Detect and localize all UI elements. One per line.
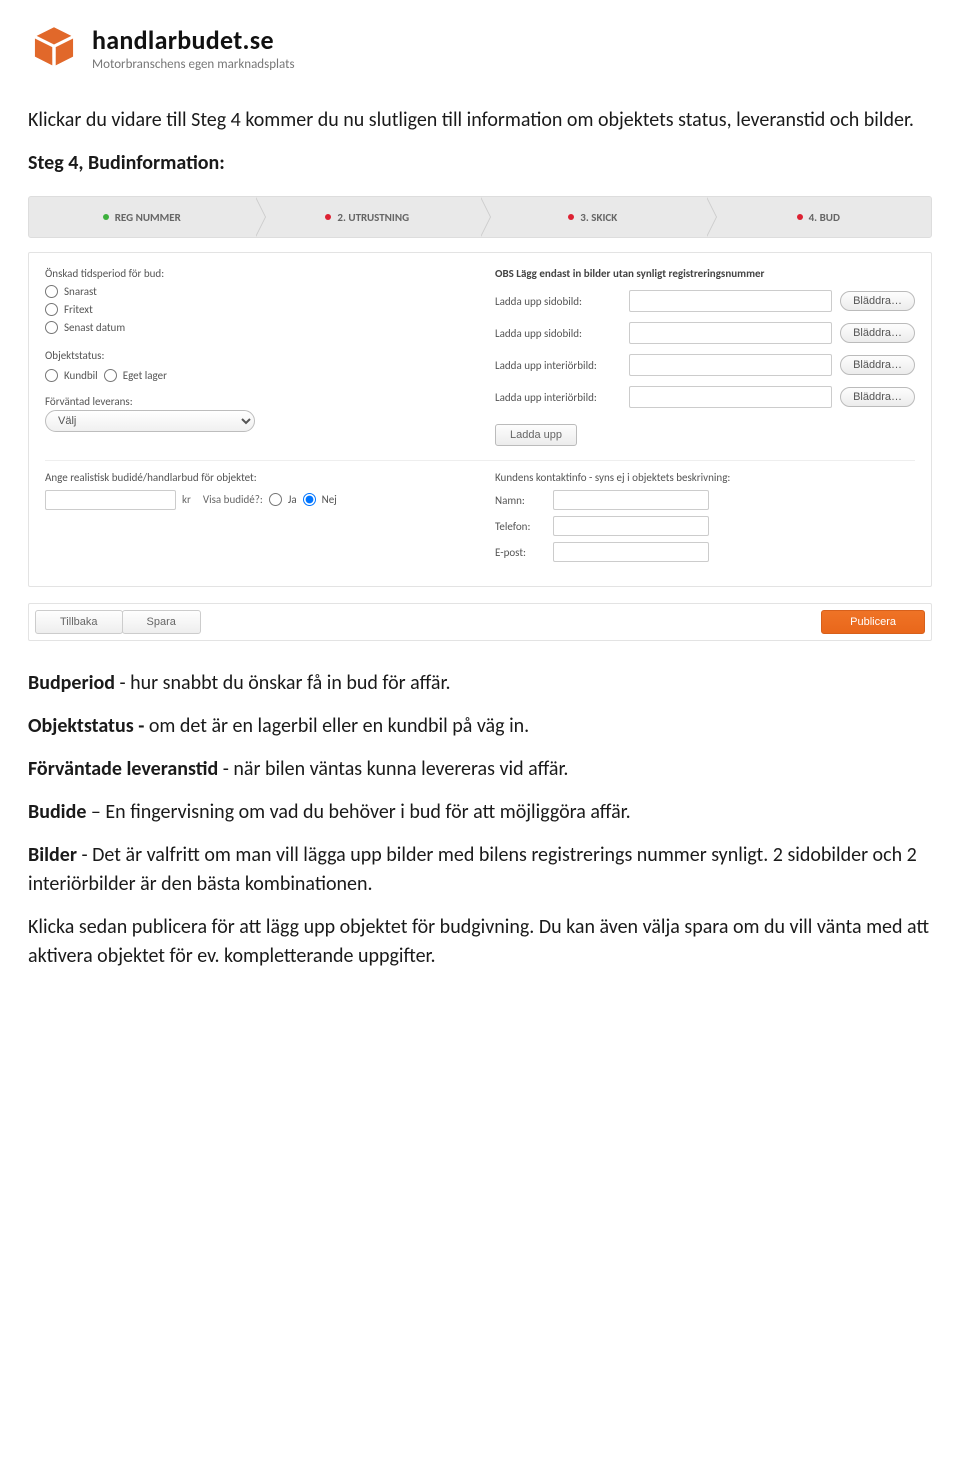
upload-button[interactable]: Ladda upp xyxy=(495,424,577,446)
form-footer: Tillbaka Spara Publicera xyxy=(28,603,932,641)
contact-phone-label: Telefon: xyxy=(495,520,545,533)
browse-button[interactable]: Bläddra… xyxy=(840,387,915,407)
radio-snarast[interactable]: Snarast xyxy=(45,285,465,298)
dot-icon xyxy=(325,214,331,220)
radio-eget-lager[interactable]: Eget lager xyxy=(104,369,167,382)
upload-interior-input-2[interactable] xyxy=(629,386,832,408)
browse-button[interactable]: Bläddra… xyxy=(840,291,915,311)
explain-line-1: Budperiod - hur snabbt du önskar få in b… xyxy=(28,669,932,698)
upload-side-label-2: Ladda upp sidobild: xyxy=(495,327,621,340)
step-utrustning[interactable]: 2. UTRUSTNING xyxy=(255,197,481,237)
form-screenshot: REG NUMMER 2. UTRUSTNING 3. SKICK 4. BUD… xyxy=(28,196,932,641)
explain-line-3: Förväntade leveranstid - när bilen vänta… xyxy=(28,755,932,784)
period-label: Önskad tidsperiod för bud: xyxy=(45,267,465,280)
radio-senast[interactable]: Senast datum xyxy=(45,321,465,334)
radio-fritext[interactable]: Fritext xyxy=(45,303,465,316)
expected-delivery-select[interactable]: Välj xyxy=(45,410,255,432)
browse-button[interactable]: Bläddra… xyxy=(840,323,915,343)
bidide-input[interactable] xyxy=(45,490,176,510)
contact-header: Kundens kontaktinfo - syns ej i objektet… xyxy=(495,471,915,484)
dot-icon xyxy=(797,214,803,220)
dot-icon xyxy=(568,214,574,220)
radio-show-yes[interactable]: Ja xyxy=(269,493,297,506)
explain-line-4: Budide – En fingervisning om vad du behö… xyxy=(28,798,932,827)
upload-side-input-2[interactable] xyxy=(629,322,832,344)
explain-line-6: Klicka sedan publicera för att lägg upp … xyxy=(28,913,932,971)
logo-icon xyxy=(28,22,80,74)
brand-title: handlarbudet.se xyxy=(92,24,295,56)
status-label: Objektstatus: xyxy=(45,349,465,362)
upload-side-input-1[interactable] xyxy=(629,290,832,312)
save-button[interactable]: Spara xyxy=(122,610,201,634)
intro-heading: Steg 4, Budinformation: xyxy=(28,151,225,175)
upload-interior-label: Ladda upp interiörbild: xyxy=(495,359,621,372)
site-header: handlarbudet.se Motorbranschens egen mar… xyxy=(28,16,932,92)
radio-kundbil[interactable]: Kundbil xyxy=(45,369,98,382)
upload-interior-label-2: Ladda upp interiörbild: xyxy=(495,391,621,404)
explain-line-5: Bilder - Det är valfritt om man vill läg… xyxy=(28,841,932,899)
step-bud[interactable]: 4. BUD xyxy=(706,197,932,237)
contact-email-input[interactable] xyxy=(553,542,709,562)
radio-show-no[interactable]: Nej xyxy=(303,493,337,506)
contact-name-label: Namn: xyxy=(495,494,545,507)
browse-button[interactable]: Bläddra… xyxy=(840,355,915,375)
intro-paragraph: Klickar du vidare till Steg 4 kommer du … xyxy=(28,106,932,135)
step-regnummer[interactable]: REG NUMMER xyxy=(29,197,255,237)
show-bidide-label: Visa budidé?: xyxy=(203,493,263,506)
explain-line-2: Objektstatus - om det är en lagerbil ell… xyxy=(28,712,932,741)
brand-subtitle: Motorbranschens egen marknadsplats xyxy=(92,57,295,72)
dot-icon xyxy=(103,214,109,220)
step-skick[interactable]: 3. SKICK xyxy=(480,197,706,237)
expected-label: Förväntad leverans: xyxy=(45,395,465,408)
upload-interior-input-1[interactable] xyxy=(629,354,832,376)
upload-notice: OBS Lägg endast in bilder utan synligt r… xyxy=(495,267,915,280)
kr-label: kr xyxy=(182,493,191,506)
contact-email-label: E-post: xyxy=(495,546,545,559)
bidide-label: Ange realistisk budidé/handlarbud för ob… xyxy=(45,471,465,484)
back-button[interactable]: Tillbaka xyxy=(35,610,123,634)
form-stepper: REG NUMMER 2. UTRUSTNING 3. SKICK 4. BUD xyxy=(28,196,932,238)
publish-button[interactable]: Publicera xyxy=(821,610,925,634)
contact-name-input[interactable] xyxy=(553,490,709,510)
upload-side-label: Ladda upp sidobild: xyxy=(495,295,621,308)
contact-phone-input[interactable] xyxy=(553,516,709,536)
